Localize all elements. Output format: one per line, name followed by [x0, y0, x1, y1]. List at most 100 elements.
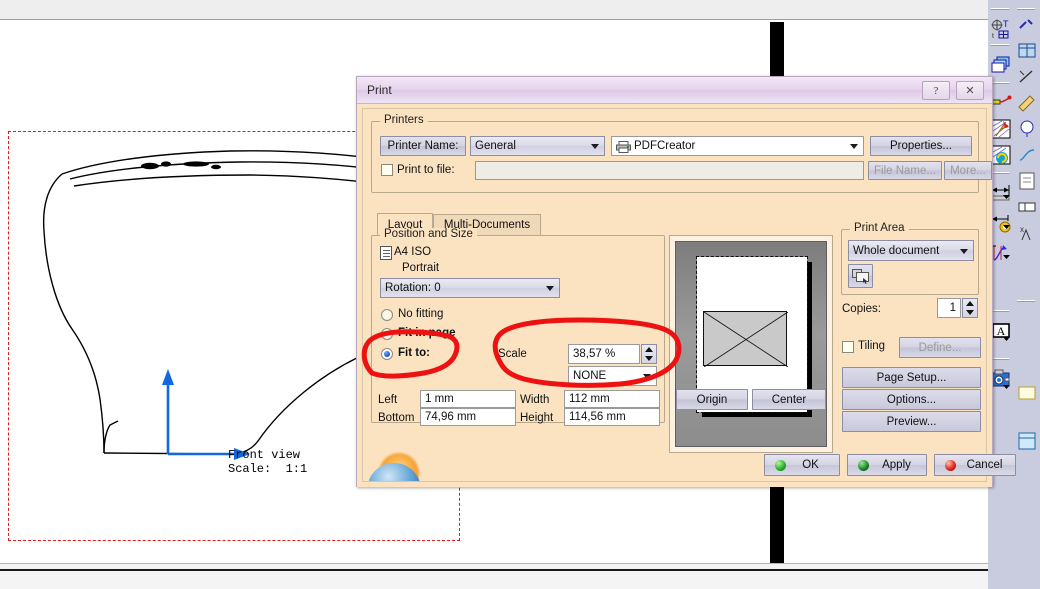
drawing-black-bar-bottom [770, 480, 784, 563]
datum-text-icon[interactable]: T t [990, 18, 1012, 40]
options-button[interactable]: Options... [842, 389, 981, 410]
print-dialog: Print ? ✕ Printers Printer Name: General [356, 76, 1016, 487]
left-input[interactable]: 1 mm [420, 390, 516, 408]
radio-fit-to[interactable] [381, 348, 393, 360]
app-status-bar [0, 563, 1040, 589]
letter-a-icon[interactable]: x [1016, 222, 1038, 244]
print-area-group: Print Area Whole document [841, 222, 979, 295]
origin-button[interactable]: Origin [676, 389, 748, 410]
toolbar-separator [991, 310, 1009, 312]
svg-text:x: x [1020, 225, 1024, 234]
position-and-size-label: Position and Size [380, 228, 477, 240]
rotation-combo[interactable]: Rotation: 0 [380, 278, 560, 298]
annotate-icon[interactable] [1016, 92, 1038, 114]
apply-button[interactable]: Apply [847, 454, 927, 476]
balloon-icon[interactable] [1016, 118, 1038, 140]
chevron-down-icon[interactable] [1002, 252, 1011, 261]
print-area-combo[interactable]: Whole document [848, 240, 974, 261]
print-preview-surface[interactable] [675, 241, 827, 447]
radio-no-fitting[interactable] [381, 309, 393, 321]
more-button[interactable]: More... [944, 161, 992, 180]
left-label: Left [378, 394, 398, 406]
chevron-down-icon[interactable] [1002, 382, 1011, 391]
brand-globe-graphic [369, 449, 431, 481]
select-area-button[interactable] [848, 264, 873, 288]
radio-fit-in-page-label: Fit in page [398, 327, 456, 339]
bottom-input[interactable]: 74,96 mm [420, 408, 516, 426]
toolbar-separator [991, 358, 1009, 360]
print-to-file-checkbox[interactable] [381, 164, 393, 176]
leader-line-icon[interactable] [990, 92, 1012, 114]
help-button[interactable]: ? [922, 81, 950, 100]
ok-button[interactable]: OK [764, 454, 840, 476]
printer-icon [616, 141, 631, 153]
dialog-content: Printers Printer Name: General PDFCreato… [362, 108, 1016, 482]
chevron-down-icon [643, 374, 651, 379]
close-button[interactable]: ✕ [956, 81, 984, 100]
layers-icon[interactable] [990, 54, 1012, 76]
spiral-hatch-icon[interactable] [990, 144, 1012, 166]
tolerance-icon[interactable] [1016, 196, 1038, 218]
copies-input[interactable]: 1 [937, 298, 961, 318]
symbol-icon[interactable] [1016, 66, 1038, 88]
chevron-down-icon [591, 144, 599, 149]
app-top-toolbar-strip [0, 0, 1040, 20]
link-icon[interactable] [1016, 14, 1038, 36]
height-input[interactable]: 114,56 mm [564, 408, 660, 426]
question-mark-icon: ? [933, 84, 939, 97]
scale-stepper-down[interactable] [642, 354, 656, 363]
right-toolbar-dock: T t A x [988, 0, 1040, 589]
radio-fit-in-page[interactable] [381, 328, 393, 340]
bottom-label: Bottom [378, 412, 415, 424]
scale-label: Scale [498, 348, 527, 360]
chevron-down-icon[interactable] [1002, 222, 1011, 231]
file-name-button[interactable]: File Name... [868, 161, 942, 180]
print-to-file-label: Print to file: [397, 164, 455, 176]
tiling-checkbox[interactable] [842, 341, 854, 353]
dialog-titlebar[interactable]: Print ? ✕ [357, 77, 992, 104]
chevron-down-icon[interactable] [1002, 192, 1011, 201]
preview-button[interactable]: Preview... [842, 411, 981, 432]
printers-group-label: Printers [380, 114, 428, 126]
copies-stepper-up[interactable] [963, 299, 977, 308]
scale-stepper-up[interactable] [642, 345, 656, 354]
form-icon[interactable] [1016, 430, 1038, 452]
chevron-down-icon[interactable] [1002, 334, 1011, 343]
radio-no-fitting-label: No fitting [398, 308, 444, 320]
note-icon[interactable] [1016, 170, 1038, 192]
copies-stepper-down[interactable] [963, 308, 977, 317]
green-orb-icon [858, 459, 869, 471]
paper-orientation: Portrait [402, 262, 440, 274]
cancel-button[interactable]: Cancel [934, 454, 1016, 476]
printer-device-combo[interactable]: PDFCreator [611, 136, 864, 156]
toolbar-separator [991, 8, 1009, 10]
scale-mode-combo[interactable]: NONE [568, 366, 657, 386]
bottom-value: 74,96 mm [425, 411, 477, 423]
ok-label: OK [802, 459, 819, 471]
print-to-file-input[interactable] [475, 161, 864, 180]
scale-input[interactable]: 38,57 % [568, 344, 640, 364]
width-input[interactable]: 112 mm [564, 390, 660, 408]
define-button[interactable]: Define... [899, 337, 981, 358]
copies-stepper[interactable] [962, 298, 978, 318]
view-scale: Scale: 1:1 [228, 462, 308, 476]
printer-name-button[interactable]: Printer Name: [380, 136, 466, 156]
preview-placed-drawing[interactable] [703, 311, 788, 367]
printers-group: Printers Printer Name: General PDFCreato… [371, 114, 992, 193]
chevron-down-icon [850, 144, 858, 149]
toolbar-separator [991, 44, 1009, 46]
measure-icon[interactable] [1016, 144, 1038, 166]
svg-text:t: t [992, 33, 994, 40]
page-setup-button[interactable]: Page Setup... [842, 367, 981, 388]
printer-properties-button[interactable]: Properties... [870, 136, 972, 156]
center-button[interactable]: Center [752, 389, 826, 410]
hatch-icon[interactable] [990, 118, 1012, 140]
close-icon: ✕ [965, 85, 975, 97]
scale-stepper[interactable] [641, 344, 657, 364]
table-icon[interactable] [1016, 40, 1038, 62]
scale-value: 38,57 % [573, 348, 616, 360]
printer-profile-combo[interactable]: General [470, 136, 605, 156]
copies-label: Copies: [842, 303, 881, 315]
paper-name: A4 ISO [394, 246, 432, 258]
image-icon[interactable] [1016, 382, 1038, 404]
